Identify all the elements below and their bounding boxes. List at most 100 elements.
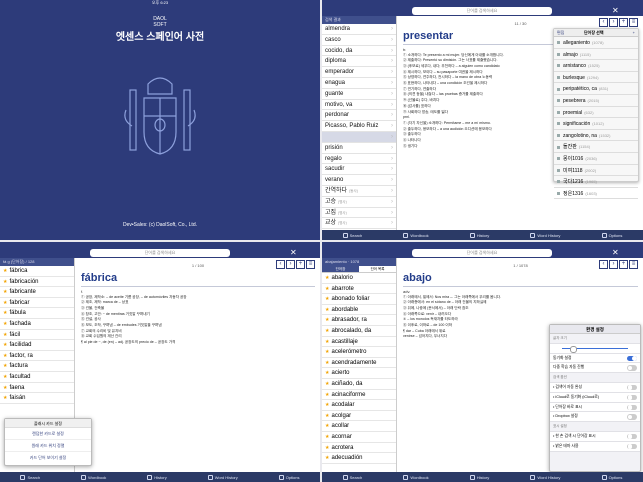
list-item[interactable]: ★ facilidad (0, 340, 74, 351)
list-item[interactable]: ★ abalorio (322, 273, 396, 284)
tab-history[interactable]: History (147, 474, 167, 480)
wordbook-item[interactable]: 정은1316 (1603) (554, 188, 638, 200)
toggle-switch[interactable] (627, 355, 637, 362)
menu-button[interactable]: ≡ (629, 260, 638, 269)
close-icon[interactable]: ✕ (612, 249, 619, 257)
checkbox-icon[interactable] (557, 75, 560, 79)
list-item[interactable]: cocido, da (322, 46, 396, 57)
checkbox-icon[interactable] (557, 157, 560, 161)
list-item[interactable]: sacudir (322, 164, 396, 176)
checkbox-icon[interactable] (557, 145, 560, 149)
list-item[interactable]: casco (322, 35, 396, 46)
toggle-switch[interactable] (627, 394, 637, 401)
tab-options[interactable]: Options (601, 232, 622, 238)
list-item[interactable]: diploma (322, 56, 396, 68)
list-item[interactable]: guante (322, 89, 396, 100)
add-wordbook-button[interactable]: + (633, 29, 635, 37)
wordbook-item[interactable]: 국다1216 (1965) (554, 176, 638, 188)
settings-row[interactable]: • iCloud로 동기화 (iCloud로) (550, 392, 640, 403)
list-item[interactable]: verano (322, 175, 396, 186)
list-item[interactable]: 고집 (명사) (322, 208, 396, 219)
list-item[interactable]: ★ faisán (0, 393, 74, 404)
list-item[interactable]: ★ aciñado, da (322, 379, 396, 390)
settings-row[interactable] (550, 343, 640, 354)
tab-wordbook[interactable]: Wordbook (81, 474, 106, 480)
checkbox-icon[interactable] (557, 41, 560, 45)
tab-word-history[interactable]: Word History (530, 474, 560, 480)
list-item[interactable]: ★ factura (0, 361, 74, 372)
list-item[interactable]: ★ abarrote (322, 284, 396, 295)
checkbox-icon[interactable] (557, 52, 560, 56)
list-item[interactable]: ★ abonado foliar (322, 294, 396, 305)
popup-option[interactable]: 원래 카드 위치 정렬 (5, 440, 91, 452)
menu-button[interactable]: ≡ (629, 18, 638, 27)
list-item[interactable]: emperador (322, 67, 396, 78)
tab-wordbook[interactable]: Wordbook (403, 232, 429, 238)
tab-search[interactable]: Search (20, 474, 40, 480)
checkbox-icon[interactable] (557, 99, 560, 103)
toggle-switch[interactable] (627, 414, 637, 420)
list-item[interactable]: motivo, va (322, 100, 396, 111)
close-icon[interactable]: ✕ (612, 7, 619, 15)
tab-wordbook[interactable]: Wordbook (403, 474, 429, 480)
checkbox-icon[interactable] (557, 110, 560, 114)
settings-row[interactable]: • 한 손 검색 시 단어장 표시 (550, 431, 640, 442)
list-item[interactable]: 간역하다 (동사) (322, 186, 396, 197)
add-button[interactable]: + (619, 260, 628, 269)
list-item[interactable]: ★ adecuadión (322, 453, 396, 464)
toggle-switch[interactable] (627, 384, 637, 391)
search-input[interactable]: 단어를 검색하세요 (412, 249, 552, 257)
list-item[interactable]: ★ acelerómetro (322, 347, 396, 358)
settings-row[interactable]: • Dropbox 설정 (550, 412, 640, 423)
list-item[interactable]: ★ acastillaje (322, 337, 396, 348)
next-button[interactable]: › (609, 18, 618, 27)
toggle-switch[interactable] (627, 443, 637, 450)
checkbox-icon[interactable] (557, 168, 560, 172)
list-item[interactable]: ★ abrocalado, da (322, 326, 396, 337)
tab-options[interactable]: Options (278, 474, 300, 480)
list-item[interactable]: enagua (322, 78, 396, 89)
checkbox-icon[interactable] (557, 64, 560, 68)
list-item[interactable]: ★ fabricante (0, 287, 74, 298)
wordbook-item[interactable]: peripatético, ca (831) (554, 83, 638, 95)
add-button[interactable]: + (296, 260, 305, 269)
list-item[interactable]: prisión (322, 143, 396, 154)
wordbook-item[interactable]: burlesque (1294) (554, 72, 638, 84)
list-item[interactable]: ★ acodalar (322, 400, 396, 411)
list-item[interactable]: ★ fabricación (0, 277, 74, 288)
checkbox-icon[interactable] (557, 191, 560, 195)
list-item[interactable]: Picasso, Pablo Ruiz (322, 121, 396, 132)
list-item[interactable]: ★ facultad (0, 372, 74, 383)
close-icon[interactable]: ✕ (290, 249, 297, 257)
next-button[interactable]: › (609, 260, 618, 269)
tab-search[interactable]: Search (342, 474, 362, 480)
list-item[interactable]: ★ fachada (0, 319, 74, 330)
tab-word-history[interactable]: Word History (207, 474, 238, 480)
popup-option[interactable]: 랜덤한 카드로 설정 (5, 428, 91, 440)
list-item[interactable]: ★ acolgar (322, 411, 396, 422)
list-item[interactable]: ★ fábula (0, 308, 74, 319)
menu-button[interactable]: ≡ (306, 260, 315, 269)
list-item[interactable]: 교상 (명사) (322, 218, 396, 230)
settings-row[interactable]: • 밝은 테마 사용 (550, 441, 640, 452)
toggle-switch[interactable] (627, 404, 637, 411)
next-button[interactable]: › (286, 260, 295, 269)
settings-row[interactable]: 동기화 설정 (550, 353, 640, 364)
list-item[interactable]: perdonar (322, 110, 396, 122)
wordbook-item[interactable]: alleganiento (1078) (554, 37, 638, 49)
list-item[interactable]: ★ acierto (322, 368, 396, 379)
wordbook-item[interactable]: 돌잔판 (1154) (554, 141, 638, 153)
wordbook-item[interactable]: 몽이1016 (2036) (554, 153, 638, 165)
tab-history[interactable]: History (469, 474, 489, 480)
list-item[interactable]: ★ acornar (322, 432, 396, 443)
prev-button[interactable]: ‹ (599, 18, 608, 27)
list-item[interactable]: ★ fabricar (0, 298, 74, 309)
list-item[interactable]: ★ fábrica (0, 266, 74, 277)
list-item[interactable]: ★ acinaciforme (322, 390, 396, 401)
settings-row[interactable]: 다중 학습 자동 진행 (550, 363, 640, 374)
list-item[interactable]: 고승 (명사) (322, 197, 396, 208)
settings-row[interactable]: • 단어장 바로 표시 (550, 402, 640, 413)
list-item[interactable]: almendra (322, 24, 396, 35)
search-input[interactable]: 단어를 검색하세요 (90, 249, 230, 257)
popup-option[interactable]: 카드 단어 보이기 설정 (5, 452, 91, 464)
